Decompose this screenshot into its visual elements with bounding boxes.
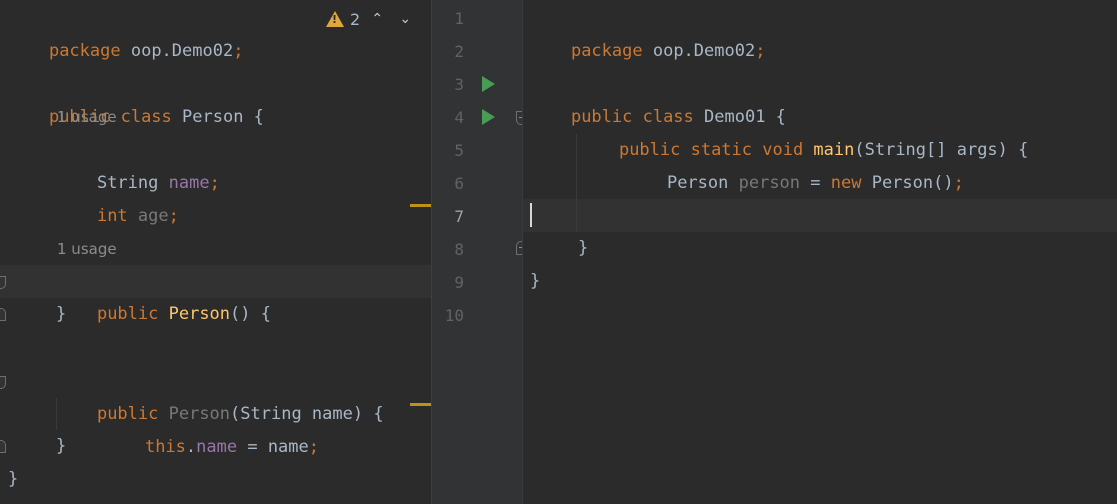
editor-person[interactable]: package oop.Demo02; public class Person … (0, 0, 431, 504)
line-number: 3 (454, 75, 464, 94)
warning-stripe-marker[interactable] (410, 403, 431, 406)
code-line[interactable]: public class Demo01 { (530, 68, 1117, 127)
code-line[interactable]: } (530, 265, 1117, 298)
inspection-widget[interactable]: 2 ⌃ ⌄ (326, 6, 416, 32)
line-number: 4 (454, 108, 464, 127)
usage-hint[interactable]: 1 usage (57, 101, 431, 134)
code-line[interactable]: } (56, 430, 431, 463)
code-line[interactable]: public class Person { (8, 68, 431, 127)
warning-icon (326, 11, 344, 27)
code-line[interactable]: String name; (56, 134, 431, 193)
indent-guide (56, 398, 57, 430)
line-number: 2 (454, 42, 464, 61)
fold-icon[interactable] (0, 308, 6, 321)
code-line[interactable]: } (8, 463, 431, 496)
run-icon[interactable] (482, 109, 495, 125)
code-line[interactable]: } (56, 298, 431, 331)
warning-count: 2 (350, 9, 361, 29)
code-line[interactable]: public Person() { (0, 265, 431, 324)
run-icon[interactable] (482, 76, 495, 92)
editor-demo01[interactable]: package oop.Demo02; public class Demo01 … (523, 0, 1117, 504)
code-line[interactable]: public Person(String name) { (56, 365, 431, 424)
line-number-current: 7 (454, 207, 464, 226)
indent-guide (576, 134, 577, 232)
line-number: 9 (454, 273, 464, 292)
code-line[interactable]: this.name = name; (104, 398, 431, 457)
usage-hint[interactable]: 1 usage (57, 233, 431, 266)
fold-icon[interactable] (0, 440, 6, 453)
code-line[interactable]: package oop.Demo02; (530, 2, 1117, 61)
current-line[interactable] (523, 199, 1117, 232)
line-number: 10 (444, 306, 464, 325)
text-caret (530, 203, 532, 227)
chevron-up-icon[interactable]: ⌃ (366, 8, 388, 30)
line-number: 1 (454, 9, 464, 28)
code-line[interactable]: int age; (56, 167, 431, 226)
line-number: 5 (454, 141, 464, 160)
line-number: 8 (454, 240, 464, 259)
code-line[interactable]: public static void main(String[] args) { (578, 101, 1117, 160)
line-number: 6 (454, 174, 464, 193)
fold-icon[interactable] (0, 376, 6, 389)
chevron-down-icon[interactable]: ⌄ (394, 8, 416, 30)
warning-stripe-marker[interactable] (410, 204, 431, 207)
code-line[interactable]: } (578, 232, 1117, 265)
gutter[interactable]: 1 2 3 4 5 6 7 8 9 10 (432, 0, 522, 504)
code-line[interactable]: Person person = new Person(); (626, 134, 1117, 193)
